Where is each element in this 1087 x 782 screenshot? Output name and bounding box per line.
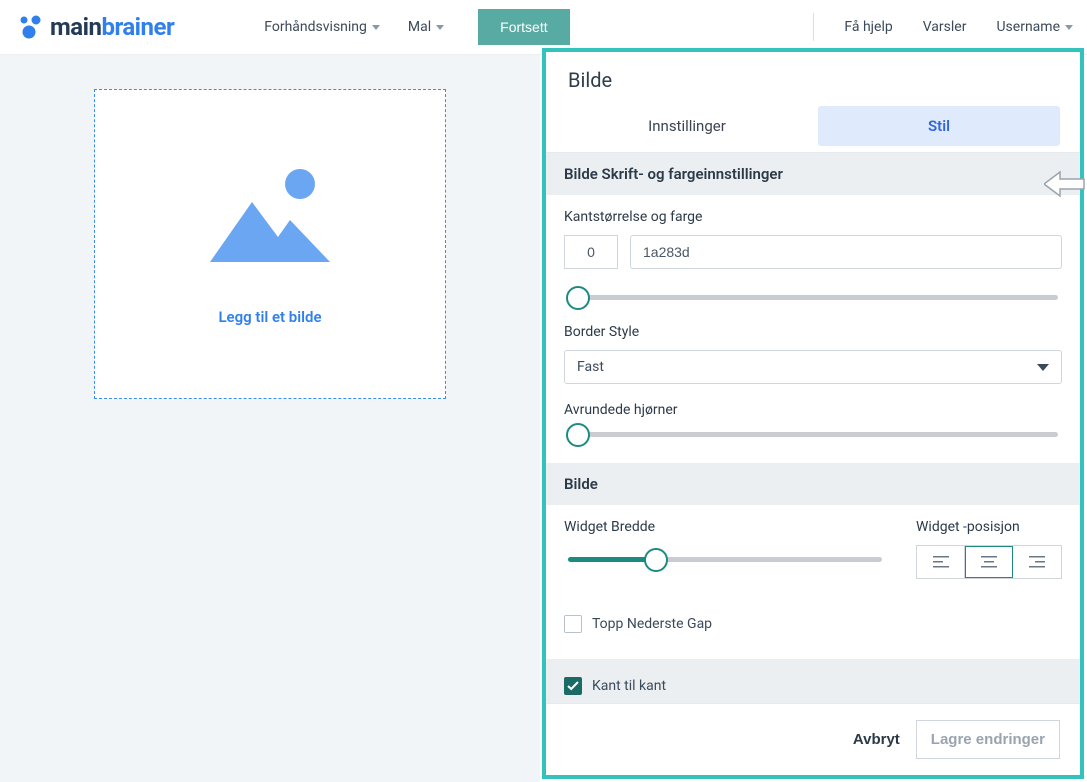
align-right-button[interactable] [1013,546,1061,578]
checkbox-icon [564,615,582,633]
widget-position-group [916,545,1062,579]
style-panel: Bilde Innstillinger Stil Bilde Skrift- o… [542,48,1084,779]
panel-tabs: Innstillinger Stil [546,106,1080,153]
align-center-icon [981,556,997,568]
chevron-down-icon [436,25,444,30]
template-dropdown[interactable]: Mal [408,19,444,35]
logo-icon [16,14,44,40]
align-left-button[interactable] [917,546,965,578]
border-size-input[interactable] [564,235,618,269]
alerts-link[interactable]: Varsler [923,19,967,35]
canvas-area: Legg til et bilde [0,55,540,782]
border-size-color-label: Kantstørrelse og farge [564,209,1062,225]
border-style-label: Border Style [564,324,1062,340]
widget-width-label: Widget Bredde [564,519,886,535]
border-size-slider[interactable] [568,295,1058,300]
panel-footer: Avbryt Lagre endringer [546,703,1080,775]
chevron-down-icon [1065,25,1073,30]
section-image: Bilde [546,463,1080,505]
slider-thumb[interactable] [566,423,590,447]
widget-position-label: Widget -posisjon [916,519,1062,535]
save-button[interactable]: Lagre endringer [916,720,1060,759]
panel-body: Bilde Skrift- og fargeinnstillinger Kant… [546,153,1080,703]
chevron-down-icon [372,25,380,30]
slider-thumb[interactable] [644,548,668,572]
checkbox-checked-icon [564,677,582,695]
username-dropdown[interactable]: Username [996,19,1073,35]
widget-width-slider[interactable] [568,557,882,562]
border-color-input[interactable] [630,235,1062,269]
edge-to-edge-checkbox[interactable]: Kant til kant [564,671,1062,701]
slider-thumb[interactable] [566,286,590,310]
image-placeholder-icon [200,162,340,272]
help-link[interactable]: Få hjelp [844,19,892,35]
divider [813,13,814,41]
top-bottom-gap-checkbox[interactable]: Topp Nederste Gap [564,609,1062,639]
align-left-icon [933,556,949,568]
logo[interactable]: mainbrainer [16,13,174,41]
add-image-label: Legg til et bilde [218,308,321,326]
tab-settings[interactable]: Innstillinger [566,106,808,146]
preview-dropdown[interactable]: Forhåndsvisning [264,19,380,35]
topbar: mainbrainer Forhåndsvisning Mal Fortsett… [0,0,1087,55]
tab-style[interactable]: Stil [818,106,1060,146]
rounded-corners-label: Avrundede hjørner [564,402,1062,418]
panel-title: Bilde [546,52,1080,106]
rounded-corners-slider[interactable] [568,432,1058,437]
border-style-select[interactable]: Fast [564,350,1062,384]
logo-text: mainbrainer [50,13,174,41]
align-right-icon [1029,556,1045,568]
cancel-button[interactable]: Avbryt [853,731,900,748]
section-font-color: Bilde Skrift- og fargeinnstillinger [546,153,1080,195]
chevron-down-icon [1037,364,1049,371]
nav-right: Få hjelp Varsler Username [813,13,1073,41]
continue-button[interactable]: Fortsett [478,9,569,45]
align-center-button[interactable] [965,546,1013,578]
add-image-dropzone[interactable]: Legg til et bilde [94,89,446,399]
nav-center: Forhåndsvisning Mal Fortsett [264,9,569,45]
